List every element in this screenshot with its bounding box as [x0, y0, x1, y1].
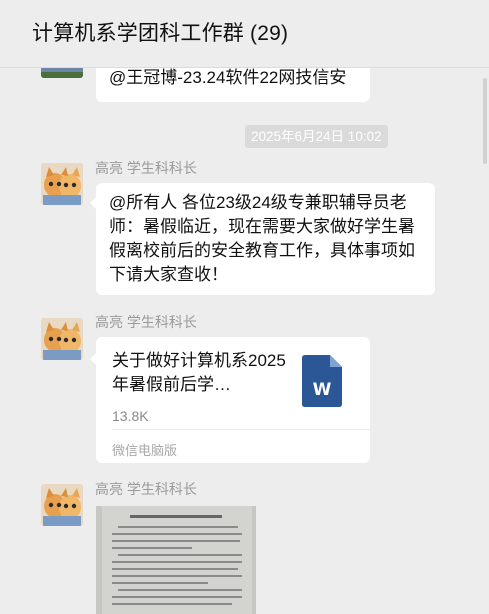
chat-area[interactable]: @王冠博-23.24软件22网技信安 2025年6月24日 10:02 高亮 学… — [0, 68, 489, 614]
file-message-card[interactable]: 关于做好计算机系2025年暑假前后学… W 13.8K 微信电脑版 — [90, 337, 370, 463]
message-text: @所有人 各位23级24级专兼职辅导员老师：暑假临近，现在需要大家做好学生暑假离… — [109, 193, 415, 284]
timestamp: 2025年6月24日 10:02 — [245, 125, 388, 148]
image-message[interactable] — [96, 506, 256, 614]
sender-name: 高亮 学生科科长 — [95, 314, 197, 330]
avatar[interactable] — [41, 484, 83, 526]
scrollbar[interactable] — [483, 78, 487, 164]
avatar[interactable] — [41, 163, 83, 205]
document-photo-icon — [96, 506, 256, 614]
file-size: 13.8K — [112, 408, 149, 424]
divider — [112, 429, 370, 430]
message-bubble[interactable]: @所有人 各位23级24级专兼职辅导员老师：暑假临近，现在需要大家做好学生暑假离… — [90, 183, 435, 295]
message-bubble[interactable]: @王冠博-23.24软件22网技信安 — [96, 68, 370, 102]
chat-header: 计算机系学团科工作群 (29) — [0, 0, 489, 68]
sender-name: 高亮 学生科科长 — [95, 481, 197, 497]
message-text: @王冠博-23.24软件22网技信安 — [109, 68, 347, 87]
svg-text:W: W — [313, 380, 332, 400]
word-doc-icon: W — [302, 355, 342, 407]
avatar[interactable] — [41, 68, 83, 78]
file-source-label: 微信电脑版 — [112, 443, 178, 458]
sender-name: 高亮 学生科科长 — [95, 160, 197, 176]
avatar[interactable] — [41, 318, 83, 360]
chat-title: 计算机系学团科工作群 (29) — [32, 22, 289, 45]
file-name: 关于做好计算机系2025年暑假前后学… — [112, 351, 286, 394]
